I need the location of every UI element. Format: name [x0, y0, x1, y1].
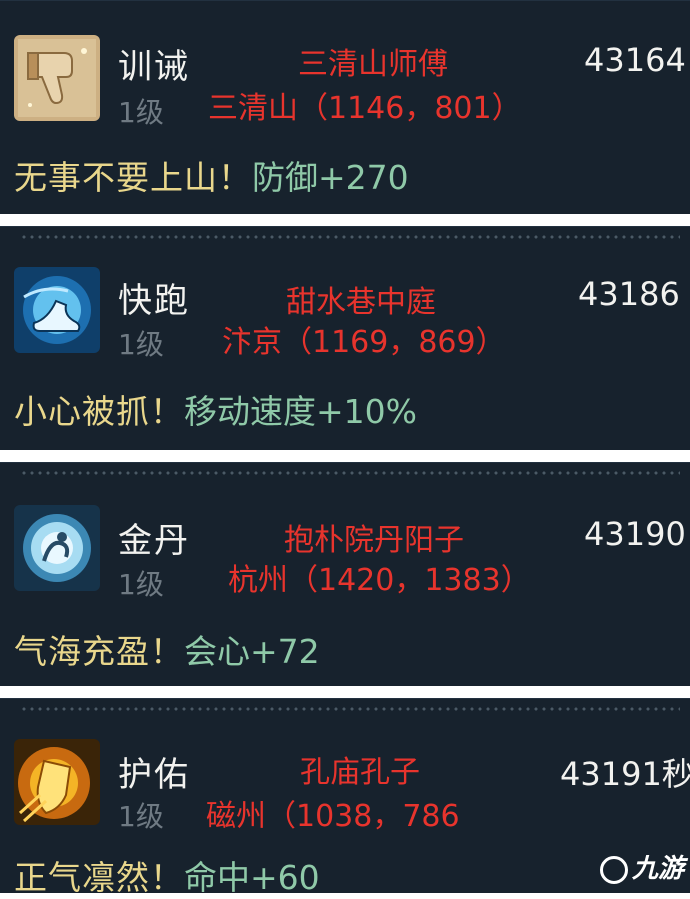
- skill-level: 1级: [118, 800, 164, 833]
- duration-seconds: 43186: [578, 275, 680, 313]
- npc-name: 三清山师傅: [298, 47, 448, 82]
- effect-hint: 气海充盈！: [14, 632, 184, 671]
- npc-location: 杭州（1420，1383）: [228, 563, 531, 598]
- card-separator: [0, 686, 690, 698]
- skill-name: 训诫: [118, 47, 190, 87]
- energy-orb-icon: [14, 505, 100, 591]
- buff-card-3: 金丹 1级 抱朴院丹阳子 杭州（1420，1383） 43190 气海充盈！会心…: [0, 462, 690, 686]
- npc-location: 磁州（1038，786: [206, 799, 460, 834]
- skill-level: 1级: [118, 568, 164, 601]
- npc-name: 抱朴院丹阳子: [284, 523, 464, 558]
- effect-line: 小心被抓！移动速度+10%: [14, 385, 417, 433]
- effect-stat: 命中+60: [184, 858, 320, 897]
- site-watermark: 九游: [599, 848, 684, 885]
- effect-hint: 正气凛然！: [14, 858, 184, 897]
- effect-line: 正气凛然！命中+60: [14, 851, 320, 899]
- effect-line: 气海充盈！会心+72: [14, 625, 320, 673]
- effect-stat: 防御+270: [252, 158, 409, 197]
- golden-shield-icon: [14, 739, 100, 825]
- effect-line: 无事不要上山！防御+270: [14, 151, 409, 199]
- npc-location: 三清山（1146，801）: [208, 91, 522, 126]
- npc-name: 甜水巷中庭: [286, 285, 436, 320]
- dotted-divider: [20, 707, 680, 711]
- running-shoe-icon: [14, 267, 100, 353]
- skill-name: 快跑: [118, 281, 190, 321]
- thumbs-down-icon: [14, 35, 100, 121]
- effect-hint: 小心被抓！: [14, 392, 184, 431]
- skill-level: 1级: [118, 328, 164, 361]
- effect-hint: 无事不要上山！: [14, 158, 252, 197]
- buff-card-4: 护佑 1级 孔庙孔子 磁州（1038，786 43191秒 正气凛然！命中+60…: [0, 698, 690, 897]
- skill-name: 金丹: [118, 521, 190, 561]
- card-separator: [0, 214, 690, 226]
- watermark-text: 九游: [631, 854, 684, 884]
- npc-location: 汴京（1169，869）: [222, 325, 506, 360]
- dotted-divider: [20, 471, 680, 475]
- buff-card-2: 快跑 1级 甜水巷中庭 汴京（1169，869） 43186 小心被抓！移动速度…: [0, 226, 690, 450]
- card-separator: [0, 450, 690, 462]
- duration-seconds: 43191秒: [560, 755, 690, 793]
- dotted-divider: [20, 235, 680, 239]
- nine-game-logo-icon: [599, 855, 628, 884]
- effect-stat: 移动速度+10%: [184, 392, 417, 431]
- duration-seconds: 43190: [584, 515, 686, 553]
- duration-seconds: 43164: [584, 41, 686, 79]
- npc-name: 孔庙孔子: [300, 755, 420, 790]
- skill-level: 1级: [118, 96, 164, 129]
- effect-stat: 会心+72: [184, 632, 320, 671]
- skill-name: 护佑: [118, 755, 190, 795]
- buff-card-1: 训诫 1级 三清山师傅 三清山（1146，801） 43164 无事不要上山！防…: [0, 0, 690, 214]
